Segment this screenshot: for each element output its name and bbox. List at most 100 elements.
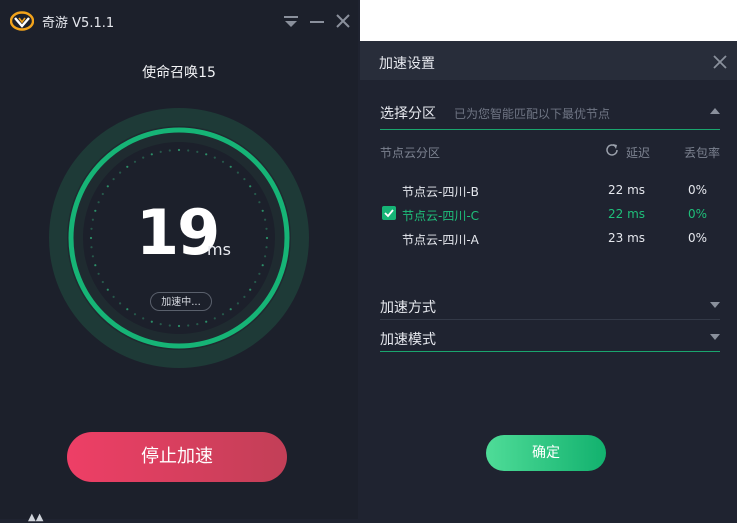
mode-underline xyxy=(380,351,720,352)
settings-close-icon[interactable] xyxy=(712,54,728,70)
dial-tick xyxy=(119,171,122,174)
dial-tick xyxy=(229,308,232,311)
dial-tick xyxy=(91,218,94,221)
dial-tick xyxy=(142,156,145,159)
dial-tick xyxy=(187,324,190,327)
dial-tick xyxy=(112,178,115,181)
mode-label[interactable]: 加速模式 xyxy=(380,329,436,349)
dial-tick xyxy=(265,246,268,249)
bottom-icon: ▲▲ xyxy=(28,512,44,523)
dial-tick xyxy=(97,272,100,275)
node-name: 节点云-四川-A xyxy=(402,233,479,247)
dial-tick xyxy=(264,255,267,258)
dial-tick xyxy=(142,317,145,320)
dial-tick xyxy=(187,149,190,152)
dial-tick xyxy=(133,160,137,163)
node-latency: 22 ms xyxy=(608,183,646,197)
dial-tick xyxy=(265,236,269,240)
region-underline xyxy=(380,129,720,130)
dial-tick xyxy=(177,324,181,328)
dial-tick xyxy=(101,192,104,196)
checkbox-checked-icon[interactable] xyxy=(382,206,396,220)
dial-tick xyxy=(243,178,246,181)
dial-tick xyxy=(265,227,268,230)
dial-tick xyxy=(90,246,93,249)
status-badge: 加速中... xyxy=(150,292,212,311)
divider xyxy=(380,319,720,320)
dial-tick xyxy=(221,160,225,163)
app-title: 奇游 V5.1.1 xyxy=(42,12,114,31)
dial-tick xyxy=(213,317,216,320)
node-row[interactable]: 节点云-四川-B 22 ms 0% xyxy=(360,178,737,202)
dial-tick xyxy=(126,308,129,311)
dial-tick xyxy=(106,288,109,291)
node-row[interactable]: 节点云-四川-C 22 ms 0% xyxy=(360,202,737,226)
dial-tick xyxy=(106,185,109,188)
dial-tick xyxy=(168,324,171,327)
node-loss: 0% xyxy=(688,183,708,197)
node-latency: 23 ms xyxy=(608,231,646,245)
dial-tick xyxy=(91,255,94,258)
dial-tick xyxy=(119,302,122,305)
dial-tick xyxy=(205,320,208,323)
settings-panel: 加速设置 选择分区 已为您智能匹配以下最优节点 节点云分区 延迟 丢包率 节点云… xyxy=(360,41,737,519)
ping-unit: ms xyxy=(207,240,231,259)
dial-tick xyxy=(89,236,93,240)
confirm-button[interactable]: 确定 xyxy=(486,435,606,471)
node-loss: 0% xyxy=(688,231,708,245)
menu-icon[interactable] xyxy=(282,12,300,30)
refresh-icon[interactable] xyxy=(604,142,620,158)
dial-tick xyxy=(196,150,199,153)
dial-tick xyxy=(133,313,137,316)
stop-acceleration-button[interactable]: 停止加速 xyxy=(67,432,287,482)
column-header-loss: 丢包率 xyxy=(684,146,721,160)
dial-tick xyxy=(258,201,261,204)
chevron-down-icon[interactable] xyxy=(710,334,720,340)
settings-title: 加速设置 xyxy=(379,56,435,72)
dial-tick xyxy=(205,153,208,156)
node-name: 节点云-四川-B xyxy=(402,185,479,199)
node-name: 节点云-四川-C xyxy=(402,209,480,223)
dial-tick xyxy=(243,295,246,298)
chevron-down-icon[interactable] xyxy=(710,302,720,308)
dial-tick xyxy=(94,209,97,212)
node-latency: 22 ms xyxy=(608,207,646,221)
game-name: 使命召唤15 xyxy=(142,65,216,81)
dial-tick xyxy=(150,153,153,156)
dial-tick xyxy=(126,165,129,168)
dial-tick xyxy=(177,148,181,152)
app-logo-icon xyxy=(10,11,34,31)
dial-tick xyxy=(261,209,264,212)
column-header-latency: 延迟 xyxy=(626,146,651,160)
dial-tick xyxy=(229,165,232,168)
minimize-icon[interactable] xyxy=(308,12,326,30)
dial-tick xyxy=(112,295,115,298)
collapse-icon[interactable] xyxy=(710,108,720,114)
close-icon[interactable] xyxy=(334,12,352,30)
region-hint: 已为您智能匹配以下最优节点 xyxy=(454,107,611,121)
ping-value: 19 xyxy=(136,196,220,269)
node-loss: 0% xyxy=(688,207,708,221)
region-label[interactable]: 选择分区 xyxy=(380,103,436,123)
dial-tick xyxy=(254,192,257,196)
node-row[interactable]: 节点云-四川-A 23 ms 0% xyxy=(360,226,737,250)
dial-tick xyxy=(90,227,93,230)
settings-header: 加速设置 xyxy=(360,41,737,80)
dial-tick xyxy=(196,323,199,326)
method-label[interactable]: 加速方式 xyxy=(380,297,436,317)
dial-tick xyxy=(159,323,162,326)
dial-tick xyxy=(261,264,264,267)
dial-tick xyxy=(249,185,252,188)
title-bar: 奇游 V5.1.1 xyxy=(0,0,358,42)
column-header-name: 节点云分区 xyxy=(380,146,441,160)
dial-tick xyxy=(249,288,252,291)
app-version: V5.1.1 xyxy=(72,16,115,31)
dial-tick xyxy=(94,264,97,267)
background-strip xyxy=(360,0,737,41)
dial-tick xyxy=(168,149,171,152)
dial-tick xyxy=(101,280,104,284)
dial-tick xyxy=(97,201,100,204)
dial-tick xyxy=(221,313,225,316)
dial-tick xyxy=(159,150,162,153)
dial-tick xyxy=(236,302,239,305)
